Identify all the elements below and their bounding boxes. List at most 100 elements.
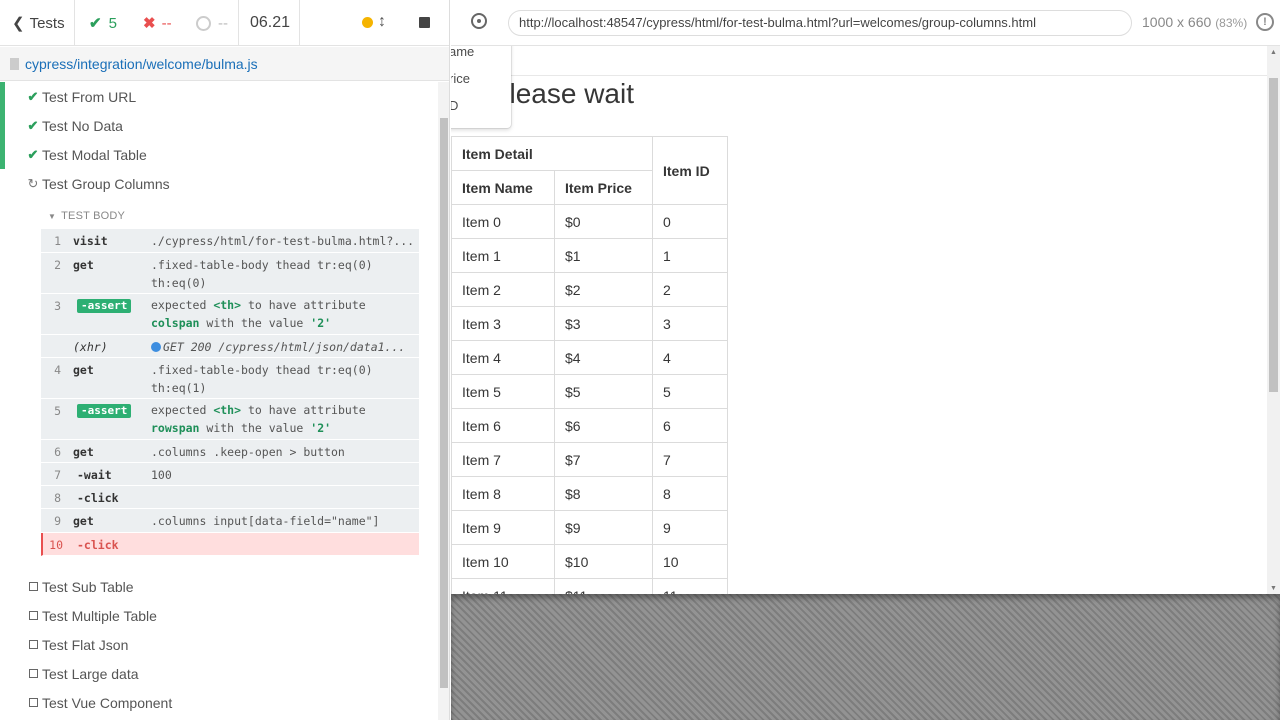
pending-count-value: -- [218, 14, 228, 32]
cell-item-price: $6 [554, 408, 653, 443]
scroll-up-icon[interactable]: ▲ [1270, 49, 1277, 56]
column-option-id[interactable]: D [451, 98, 458, 113]
check-icon: ✔ [89, 15, 102, 32]
info-icon[interactable]: ! [1256, 13, 1274, 31]
reporter-scrollbar-thumb[interactable] [440, 118, 448, 688]
table-row[interactable]: Item 7 $7 7 [451, 442, 728, 477]
command-row-xhr[interactable]: (xhr) GET 200 /cypress/html/json/data1..… [41, 335, 419, 358]
duration: 06.21 [240, 0, 300, 46]
reporter-panel: ❮ Tests ✔ 5 ✖ -- -- 06.21 ↕ cypress/inte… [0, 0, 450, 720]
column-option-name[interactable]: ame [451, 46, 474, 59]
stop-icon[interactable] [419, 17, 430, 28]
command-row[interactable]: 1 visit ./cypress/html/for-test-bulma.ht… [41, 229, 419, 253]
command-row-assert[interactable]: 5 -assert expected <th> to have attribut… [41, 399, 419, 440]
cell-item-name: Item 10 [451, 544, 555, 579]
cell-item-id: 9 [652, 510, 728, 545]
cell-item-name: Item 9 [451, 510, 555, 545]
command-row-failed[interactable]: 10 -click [41, 533, 419, 556]
command-number: 9 [54, 514, 61, 528]
cell-item-id: 11 [652, 578, 728, 594]
cell-item-id: 3 [652, 306, 728, 341]
table-row[interactable]: Item 2 $2 2 [451, 272, 728, 307]
pending-box-icon [26, 669, 40, 678]
test-title: Test Flat Json [42, 636, 129, 653]
table-row[interactable]: Item 1 $1 1 [451, 238, 728, 273]
table-row[interactable]: Item 11$1111 [451, 578, 728, 594]
test-item[interactable]: ✔ Test No Data [0, 111, 438, 140]
command-row[interactable]: 9 get .columns input[data-field="name"] [41, 509, 419, 533]
assert-text: to have attribute [247, 298, 366, 312]
selector-playground-icon[interactable] [471, 13, 487, 29]
assert-text: expected [151, 298, 207, 312]
test-item[interactable]: ✔ Test Modal Table [0, 140, 438, 169]
test-item[interactable]: Test Vue Component [0, 688, 438, 717]
caret-down-icon: ▼ [48, 212, 57, 221]
cell-item-id: 10 [652, 544, 728, 579]
command-row[interactable]: 7 -wait 100 [41, 463, 419, 486]
command-message: ./cypress/html/for-test-bulma.html?... [151, 234, 415, 248]
aut-scrollbar-thumb[interactable] [1269, 78, 1278, 392]
url-bar[interactable]: http://localhost:48547/cypress/html/for-… [508, 10, 1132, 36]
pending-box-icon [26, 611, 40, 620]
table-row[interactable]: Item 10 $10 10 [451, 544, 728, 579]
scroll-down-icon[interactable]: ▼ [1270, 585, 1277, 592]
command-row-assert[interactable]: 3 -assert expected <th> to have attribut… [41, 294, 419, 335]
test-item[interactable]: Test Sub Table [0, 572, 438, 601]
cell-item-id: 1 [652, 238, 728, 273]
command-row[interactable]: 6 get .columns .keep-open > button [41, 440, 419, 463]
group-header-item-detail[interactable]: Item Detail [451, 136, 653, 171]
spec-file-header: cypress/integration/welcome/bulma.js [0, 47, 449, 81]
viewport-dimensions: 1000 x 660 [1142, 14, 1212, 30]
test-item[interactable]: ✔ Test From URL [0, 82, 438, 111]
header-item-price[interactable]: Item Price [554, 170, 653, 205]
test-title: Test Multiple Table [42, 607, 157, 624]
check-icon: ✔ [27, 88, 39, 104]
cell-item-id: 2 [652, 272, 728, 307]
test-item[interactable]: Test Multiple Table [0, 601, 438, 630]
command-name: -click [77, 538, 119, 552]
assert-value: '2' [310, 316, 332, 330]
table-row[interactable]: Item 9 $9 9 [451, 510, 728, 545]
command-number: 6 [54, 445, 61, 459]
table-row[interactable]: Item 3 $3 3 [451, 306, 728, 341]
assert-badge: -assert [77, 299, 132, 313]
test-item-running[interactable]: ↻ Test Group Columns [0, 169, 438, 198]
xhr-message: GET 200 /cypress/html/json/data1... [163, 340, 406, 354]
table-row[interactable]: Item 5 $5 5 [451, 374, 728, 409]
test-item[interactable]: Test Large data [0, 659, 438, 688]
xhr-status-icon [151, 342, 161, 352]
command-number: 3 [54, 299, 61, 313]
cell-item-price: $1 [554, 238, 653, 273]
header-item-name[interactable]: Item Name [451, 170, 555, 205]
table-body: Item 0 $0 0 Item 1 $1 1 Item 2 $2 2 Item 3 $3 3 Item… [451, 204, 728, 594]
table-row[interactable]: Item 6 $6 6 [451, 408, 728, 443]
table-row[interactable]: Item 4 $4 4 [451, 340, 728, 375]
command-log: 1 visit ./cypress/html/for-test-bulma.ht… [41, 229, 419, 556]
passed-count: ✔ 5 [76, 0, 138, 46]
back-label: Tests [29, 14, 65, 32]
test-title: Test Vue Component [42, 694, 173, 711]
command-row[interactable]: 8 -click [41, 486, 419, 509]
cell-item-id: 5 [652, 374, 728, 409]
aut-scrollbar[interactable]: ▲ ▼ [1267, 46, 1280, 594]
cell-item-id: 0 [652, 204, 728, 239]
assert-attribute: colspan [151, 316, 200, 330]
header-item-id[interactable]: Item ID [652, 136, 728, 205]
auto-scroll-toggle-icon[interactable]: ↕ [378, 13, 386, 31]
table-row[interactable]: Item 0 $0 0 [451, 204, 728, 239]
cell-item-id: 6 [652, 408, 728, 443]
spec-file-link[interactable]: cypress/integration/welcome/bulma.js [25, 56, 258, 72]
columns-dropdown-menu: ame rice D [451, 46, 511, 128]
app-under-test-frame: ame rice D ing, please wait Item Detail … [451, 46, 1280, 594]
command-message: .columns .keep-open > button [151, 445, 345, 459]
command-name: -click [77, 491, 119, 505]
test-body-toggle[interactable]: ▼ TEST BODY [48, 210, 125, 222]
column-option-price[interactable]: rice [451, 71, 470, 86]
cell-item-name: Item 11 [451, 578, 555, 594]
cell-item-price: $8 [554, 476, 653, 511]
back-to-tests-button[interactable]: ❮ Tests [0, 0, 75, 46]
command-row[interactable]: 4 get .fixed-table-body thead tr:eq(0) t… [41, 358, 419, 399]
command-row[interactable]: 2 get .fixed-table-body thead tr:eq(0) t… [41, 253, 419, 294]
table-row[interactable]: Item 8 $8 8 [451, 476, 728, 511]
test-item[interactable]: Test Flat Json [0, 630, 438, 659]
